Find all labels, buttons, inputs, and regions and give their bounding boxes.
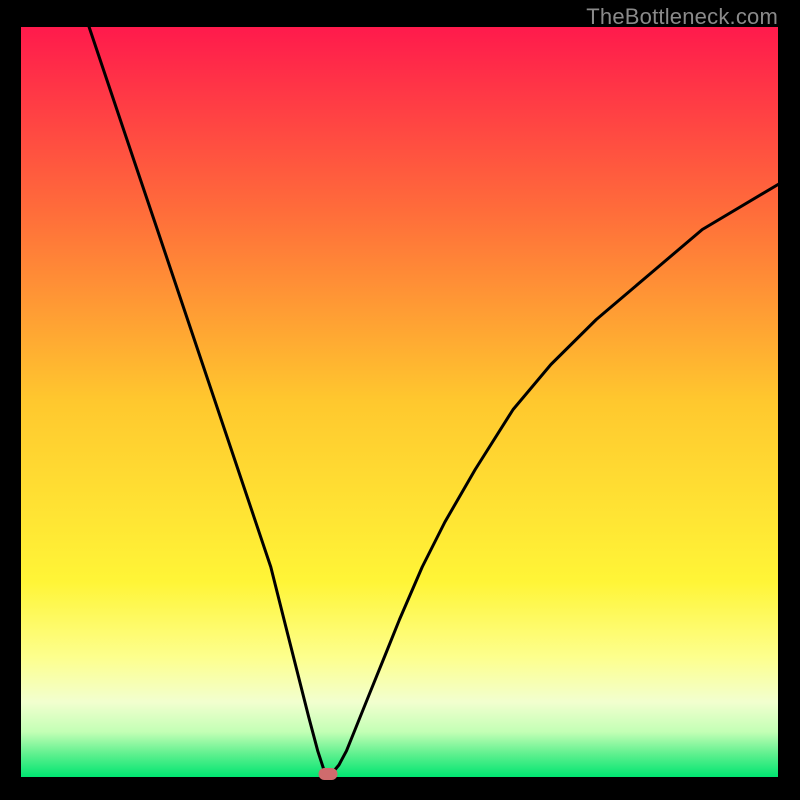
optimal-point-marker (319, 768, 338, 780)
chart-area (21, 27, 778, 777)
bottleneck-curve (21, 27, 778, 777)
